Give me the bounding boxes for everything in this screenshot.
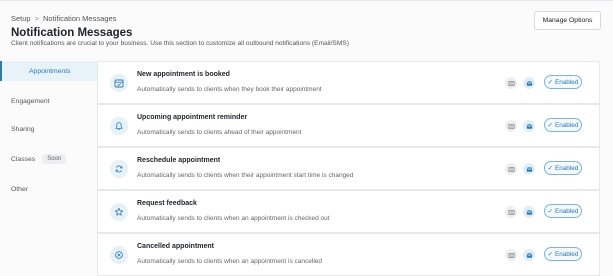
notification-row-new-appointment[interactable]: New appointment is booked Automatically …	[97, 61, 600, 104]
email-icon[interactable]	[523, 163, 535, 175]
sidebar-item-label: Other	[11, 185, 28, 193]
sms-icon[interactable]	[505, 163, 517, 175]
sidebar-item-label: Classes	[11, 155, 36, 163]
notification-description: Automatically sends to clients when thei…	[137, 172, 354, 179]
breadcrumb: Setup > Notification Messages	[11, 14, 116, 23]
top-divider	[0, 0, 613, 1]
sidebar-item-engagement[interactable]: Engagement	[0, 91, 98, 111]
sms-icon[interactable]	[505, 249, 517, 261]
check-icon: ✓	[547, 251, 553, 258]
notification-row-request-feedback[interactable]: Request feedback Automatically sends to …	[97, 190, 600, 233]
notification-row-upcoming-reminder[interactable]: Upcoming appointment reminder Automatica…	[97, 104, 600, 147]
email-icon[interactable]	[523, 206, 535, 218]
enabled-toggle[interactable]: ✓ Enabled	[544, 75, 582, 89]
check-icon: ✓	[547, 79, 553, 86]
page-subtitle: Client notifications are crucial to your…	[11, 40, 349, 47]
enabled-label: Enabled	[554, 78, 579, 86]
notification-description: Automatically sends to clients when they…	[137, 86, 322, 93]
page-title: Notification Messages	[11, 27, 133, 39]
cancel-icon	[110, 246, 128, 264]
sidebar-item-classes[interactable]: Classes Soon	[0, 149, 98, 169]
manage-options-button[interactable]: Manage Options	[534, 11, 601, 30]
sidebar: Appointments Engagement Sharing Classes …	[0, 60, 98, 276]
calendar-icon	[110, 74, 128, 92]
sidebar-item-sharing[interactable]: Sharing	[0, 119, 98, 139]
notification-description: Automatically sends to clients when an a…	[137, 215, 330, 222]
sms-icon[interactable]	[505, 206, 517, 218]
notification-description: Automatically sends to clients when an a…	[137, 258, 322, 265]
notification-title: Upcoming appointment reminder	[137, 114, 248, 121]
enabled-toggle[interactable]: ✓ Enabled	[544, 247, 582, 261]
notification-title: Cancelled appointment	[137, 243, 215, 250]
refresh-icon	[110, 160, 128, 178]
check-icon: ✓	[547, 122, 553, 129]
breadcrumb-current: Notification Messages	[43, 14, 117, 23]
sidebar-item-label: Appointments	[29, 67, 71, 75]
notification-row-cancelled[interactable]: Cancelled appointment Automatically send…	[97, 233, 600, 276]
enabled-label: Enabled	[554, 250, 579, 258]
check-icon: ✓	[547, 208, 553, 215]
enabled-toggle[interactable]: ✓ Enabled	[544, 204, 582, 218]
email-icon[interactable]	[523, 249, 535, 261]
enabled-label: Enabled	[554, 207, 579, 215]
bell-icon	[110, 117, 128, 135]
sms-icon[interactable]	[505, 120, 517, 132]
notification-row-reschedule[interactable]: Reschedule appointment Automatically sen…	[97, 147, 600, 190]
breadcrumb-separator: >	[34, 14, 39, 23]
notification-description: Automatically sends to clients ahead of …	[137, 129, 302, 136]
sidebar-item-label: Engagement	[11, 97, 50, 105]
enabled-label: Enabled	[554, 121, 579, 129]
sidebar-item-appointments[interactable]: Appointments	[0, 61, 98, 81]
sidebar-item-other[interactable]: Other	[0, 179, 98, 199]
soon-badge: Soon	[42, 154, 67, 164]
enabled-label: Enabled	[554, 164, 579, 172]
notification-title: Request feedback	[137, 200, 197, 207]
notification-title: Reschedule appointment	[137, 157, 221, 164]
enabled-toggle[interactable]: ✓ Enabled	[544, 161, 582, 175]
email-icon[interactable]	[523, 77, 535, 89]
star-icon	[110, 203, 128, 221]
breadcrumb-setup-link[interactable]: Setup	[11, 14, 31, 23]
notification-list: New appointment is booked Automatically …	[97, 61, 600, 276]
notification-title: New appointment is booked	[137, 71, 230, 78]
check-icon: ✓	[547, 165, 553, 172]
enabled-toggle[interactable]: ✓ Enabled	[544, 118, 582, 132]
sms-icon[interactable]	[505, 77, 517, 89]
email-icon[interactable]	[523, 120, 535, 132]
sidebar-item-label: Sharing	[11, 125, 35, 133]
